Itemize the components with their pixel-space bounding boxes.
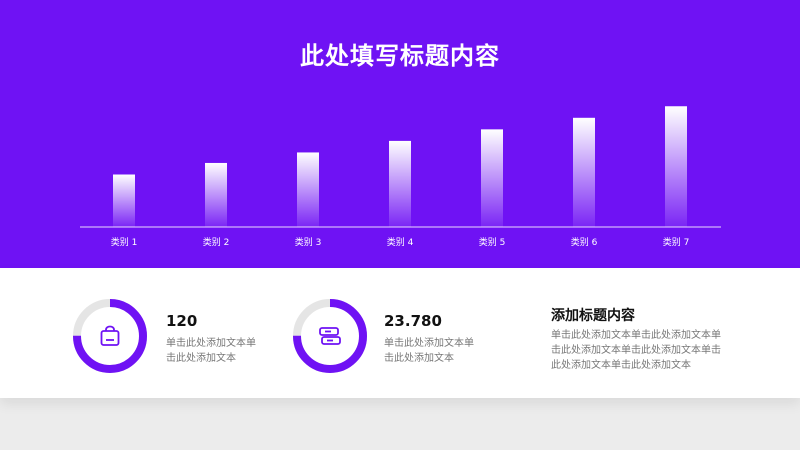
bar-3 <box>297 152 319 227</box>
side-title: 添加标题内容 <box>551 308 635 324</box>
bar-4 <box>389 140 411 227</box>
slide: 此处填写标题内容 类别 1 类别 2 类别 3 类别 4 类别 5 类别 6 类别 7 <box>0 0 800 450</box>
bar-1 <box>113 174 135 227</box>
bar-chart: 类别 1 类别 2 类别 3 类别 4 类别 5 类别 6 类别 7 <box>80 106 721 248</box>
bar-7 <box>665 106 687 227</box>
stat-value: 23.780 <box>384 312 442 330</box>
stat-value: 120 <box>166 312 198 330</box>
x-tick-label-6: 类别 6 <box>571 236 598 248</box>
progress-ring-1 <box>73 299 147 373</box>
x-tick-label-5: 类别 5 <box>479 236 506 248</box>
x-tick-label-7: 类别 7 <box>663 236 690 248</box>
stat-description: 单击此处添加文本单击此处添加文本 <box>384 338 474 364</box>
x-tick-label-2: 类别 2 <box>203 236 230 248</box>
bar-5 <box>481 129 503 227</box>
side-body: 单击此处添加文本单击此处添加文本单击此处添加文本单击此处添加文本单击此处添加文本… <box>551 330 721 371</box>
shopping-bag-icon <box>100 325 120 346</box>
bar-6 <box>573 117 595 227</box>
bar-2 <box>205 162 227 227</box>
x-tick-label-3: 类别 3 <box>295 236 322 248</box>
x-tick-label-1: 类别 1 <box>111 236 138 248</box>
books-icon <box>319 327 341 345</box>
stat-description: 单击此处添加文本单击此处添加文本 <box>166 338 256 364</box>
progress-ring-2 <box>293 299 367 373</box>
stats-panel: 120 单击此处添加文本单击此处添加文本 23.780 单击此处添加文本单击此处… <box>0 268 800 398</box>
x-tick-label-4: 类别 4 <box>387 236 414 248</box>
header-band: 此处填写标题内容 类别 1 类别 2 类别 3 类别 4 类别 5 类别 6 类别 7 <box>0 0 800 268</box>
